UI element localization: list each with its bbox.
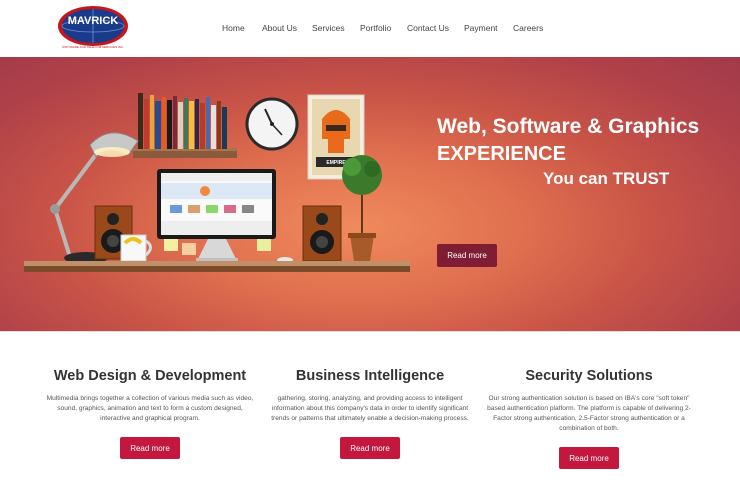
nav-careers[interactable]: Careers	[513, 23, 543, 33]
logo-subtext: SOFTWARE AND TELECOM SERVICES INC.	[62, 45, 124, 49]
nav-services[interactable]: Services	[312, 23, 345, 33]
hero-line-3: You can TRUST	[543, 169, 670, 188]
web-design-read-more-button[interactable]: Read more	[120, 437, 180, 459]
bookshelf	[133, 93, 237, 158]
sticky-note	[257, 239, 271, 251]
service-description: Multimedia brings together a collection …	[46, 395, 254, 422]
divider	[0, 331, 740, 332]
business-intelligence-read-more-button[interactable]: Read more	[340, 437, 400, 459]
desk-shelf	[24, 261, 410, 272]
nav-portfolio[interactable]: Portfolio	[360, 23, 391, 33]
service-description: Our strong authentication solution is ba…	[487, 395, 691, 432]
potted-plant	[342, 155, 382, 261]
service-title: Security Solutions	[525, 368, 653, 384]
coffee-mug	[120, 234, 152, 262]
service-title: Business Intelligence	[295, 368, 445, 384]
security-solutions-read-more-button[interactable]: Read more	[559, 447, 619, 469]
hero-illustration: EMPIRE	[24, 93, 410, 272]
right-speaker	[302, 205, 342, 262]
service-web-design: Web Design & Development Multimedia brin…	[40, 368, 260, 424]
nav-contact-us[interactable]: Contact Us	[407, 23, 449, 33]
sticky-note	[164, 239, 178, 251]
mavrick-logo[interactable]: MAVRICK SOFTWARE AND TELECOM SERVICES IN…	[56, 4, 130, 52]
wall-clock-icon	[245, 97, 299, 151]
nav-home[interactable]: Home	[222, 23, 245, 33]
service-description: gathering, storing, analyzing, and provi…	[271, 395, 469, 422]
service-business-intelligence: Business Intelligence gathering, storing…	[260, 368, 480, 424]
nav-about-us[interactable]: About Us	[262, 23, 297, 33]
nav-payment[interactable]: Payment	[464, 23, 498, 33]
hero-read-more-button[interactable]: Read more	[437, 244, 497, 267]
site-header: MAVRICK SOFTWARE AND TELECOM SERVICES IN…	[0, 0, 740, 57]
logo-wordmark: MAVRICK	[68, 15, 119, 27]
hero-banner: EMPIRE Web, Software & Graphics EXPERIEN…	[0, 57, 740, 331]
service-title: Web Design & Development	[53, 368, 247, 384]
hero-line-2: EXPERIENCE	[437, 143, 566, 165]
hero-line-1: Web, Software & Graphics	[437, 115, 700, 138]
sticky-note	[182, 243, 196, 255]
service-security-solutions: Security Solutions Our strong authentica…	[479, 368, 699, 434]
